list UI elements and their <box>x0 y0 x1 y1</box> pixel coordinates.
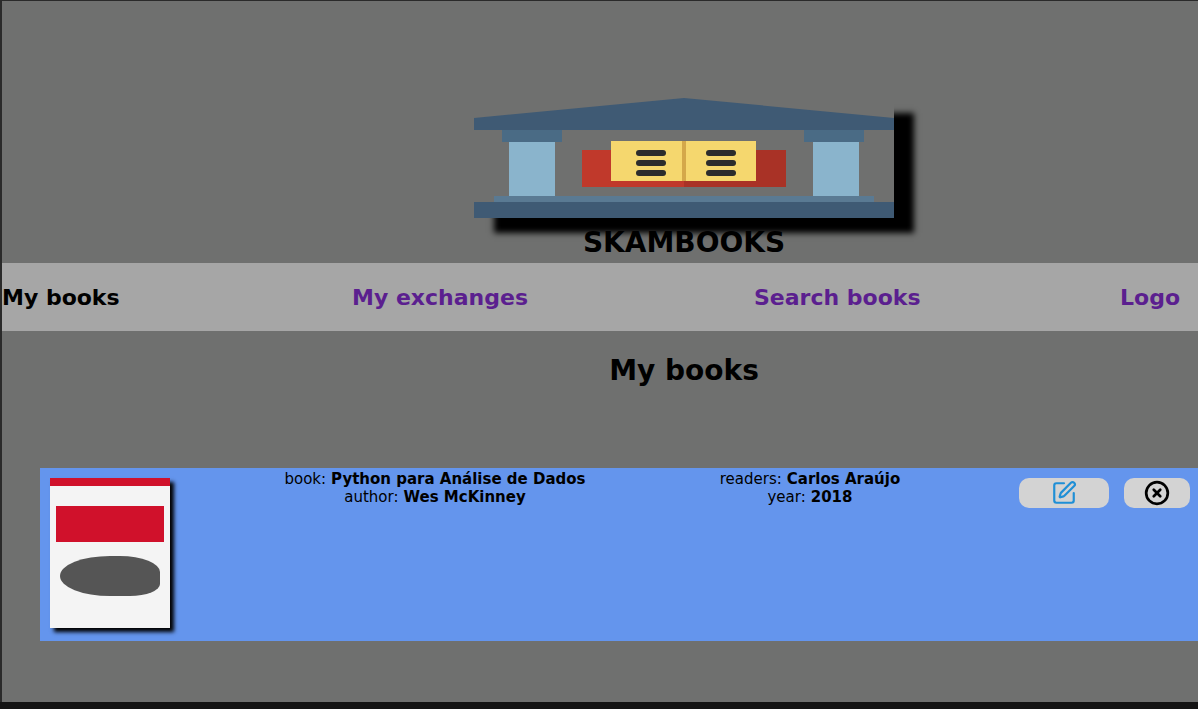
nav-item[interactable]: Logo <box>1120 285 1198 310</box>
book-card: book:Python para Análise de Dadosauthor:… <box>40 468 1198 641</box>
edit-button[interactable] <box>1019 478 1109 508</box>
book-info: book:Python para Análise de Dadosauthor:… <box>180 470 690 506</box>
app-title: SKAMBOOKS <box>583 223 785 263</box>
book-actions <box>930 478 1190 508</box>
nav-bar: My booksMy exchangesSearch booksLogo <box>2 263 1198 331</box>
book-cover <box>50 478 170 628</box>
page-heading: My books <box>2 351 1198 391</box>
nav-item[interactable]: Search books <box>754 285 1120 310</box>
nav-item[interactable]: My exchanges <box>352 285 754 310</box>
app-frame: SKAMBOOKSMy booksMy exchangesSearch book… <box>0 0 1198 702</box>
book-list: book:Python para Análise de Dadosauthor:… <box>40 468 1198 641</box>
book-readers: readers:Carlos Araújo <box>720 470 900 488</box>
book-author: author:Wes McKinney <box>344 488 525 506</box>
book-meta: readers:Carlos Araújoyear:2018 <box>690 470 930 506</box>
book-title: book:Python para Análise de Dados <box>284 470 585 488</box>
edit-pencil-icon <box>1051 480 1077 506</box>
book-year: year:2018 <box>767 488 852 506</box>
nav-item[interactable]: My books <box>2 285 352 310</box>
delete-button[interactable] <box>1124 478 1190 508</box>
delete-x-icon <box>1144 480 1170 506</box>
skambooks-logo-icon <box>474 98 894 218</box>
header: SKAMBOOKS <box>2 1 1198 263</box>
